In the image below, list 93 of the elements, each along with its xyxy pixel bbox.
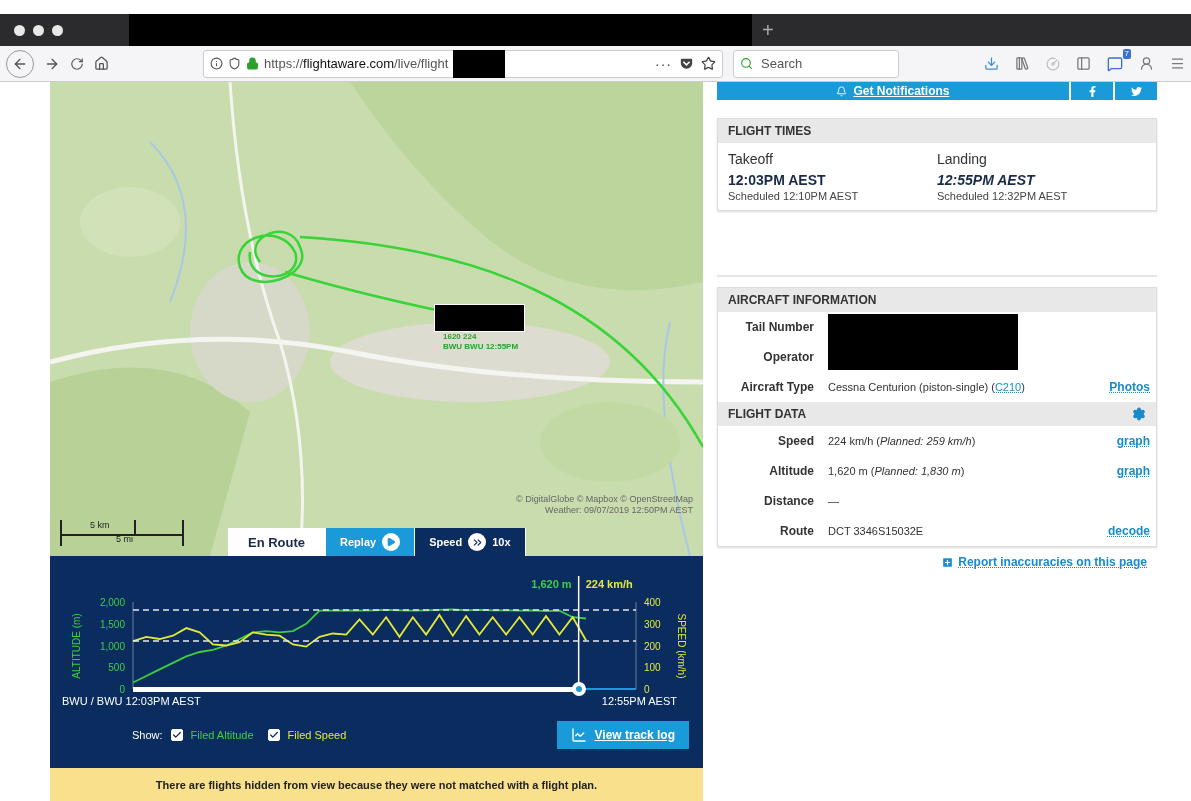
tick-label: 100 — [644, 662, 661, 674]
card-title: FLIGHT DATA — [728, 407, 807, 421]
line-chart-icon — [570, 727, 587, 743]
checkbox[interactable] — [170, 729, 183, 741]
axis-title: SPEED (km/h) — [676, 613, 687, 679]
scale-label: 5 km — [90, 520, 110, 530]
axis-title: ALTITUDE (m) — [71, 613, 82, 679]
field-label: Route — [779, 524, 814, 538]
notifications-button[interactable]: Get Notifications — [717, 82, 1069, 100]
action-link[interactable]: graph — [1116, 464, 1150, 478]
tick-label: 400 — [644, 597, 661, 608]
field-label: Operator — [763, 350, 814, 364]
time-value: 12:03PM AEST — [728, 172, 827, 188]
notice-banner: There are flights hidden from view because they were not matched with a flight plan. — [50, 768, 703, 801]
map-tab[interactable]: En Route — [228, 528, 327, 556]
flight-label: BWU BWU 12:55PM — [443, 342, 519, 352]
settings-icon[interactable] — [1132, 407, 1146, 421]
card-title: AIRCRAFT INFORMATION — [728, 293, 877, 307]
library-icon[interactable] — [1015, 56, 1030, 71]
time-value: 12:55PM AEST — [937, 172, 1037, 188]
scheduled-time: Scheduled 12:10PM AEST — [728, 190, 860, 202]
card-title: FLIGHT TIMES — [728, 124, 812, 138]
shield-icon — [228, 57, 241, 70]
bell-icon — [836, 85, 848, 97]
map-attribution: © DigitalGlobe © Mapbox © OpenStreetMap — [516, 494, 693, 505]
action-link[interactable]: decode — [1108, 524, 1150, 538]
tick-label: 200 — [644, 640, 661, 652]
action-link[interactable]: graph — [1116, 434, 1150, 448]
notification-count: 7 — [1122, 48, 1131, 59]
window-control[interactable] — [14, 24, 25, 36]
sidebar-icon[interactable] — [1076, 56, 1091, 71]
tick-label: 0 — [644, 684, 650, 695]
search-icon — [740, 57, 753, 70]
pocket-icon[interactable] — [680, 57, 693, 70]
field-value: 1,620 m (Planned: 1,830 m) — [828, 465, 966, 477]
speed-readout: 224 km/h — [585, 578, 633, 590]
photos-link[interactable]: Photos — [1109, 380, 1150, 394]
tick-label: 300 — [644, 618, 661, 630]
reload-icon[interactable] — [70, 56, 84, 71]
flight-label: 1620 224 — [443, 332, 478, 342]
end-time: 12:55PM AEST — [601, 695, 677, 707]
show-label: Show: — [132, 729, 163, 741]
info-icon — [210, 57, 223, 70]
time-label: Landing — [937, 151, 988, 167]
window-control[interactable] — [52, 24, 63, 36]
scheduled-time: Scheduled 12:32PM AEST — [937, 190, 1069, 202]
address-bar[interactable]: https://flightaware.com/live/flight ··· — [203, 49, 723, 78]
home-icon[interactable] — [94, 56, 109, 71]
field-value: Cessna Centurion (piston-single) (C210) — [828, 381, 1026, 393]
bird-icon — [1130, 85, 1142, 97]
account-icon[interactable] — [1139, 56, 1154, 71]
time-label: Takeoff — [728, 151, 774, 167]
tick-label: 2,000 — [99, 597, 125, 608]
checkbox-label: Filed Altitude — [190, 729, 254, 741]
menu-icon[interactable] — [1170, 56, 1185, 71]
start-time: BWU / BWU 12:03PM AEST — [62, 695, 201, 707]
url-text: https://flightaware.com/live/flight — [264, 56, 449, 71]
field-label: Distance — [762, 494, 814, 508]
twitter-button[interactable] — [1115, 82, 1157, 100]
window-control[interactable] — [33, 24, 44, 36]
track-log-button[interactable]: View track log — [556, 721, 689, 749]
map-tab[interactable]: Speed 10x — [415, 528, 526, 556]
field-label: Altitude — [768, 464, 814, 478]
checkbox-label: Filed Speed — [287, 729, 347, 741]
field-value: DCT 3346S15032E — [828, 525, 925, 537]
message-icon[interactable] — [1107, 55, 1123, 72]
checkbox[interactable] — [267, 729, 280, 741]
field-value: — — [828, 495, 840, 507]
field-value: 224 km/h (Planned: 259 km/h) — [828, 435, 977, 447]
tick-label: 0 — [119, 684, 125, 695]
tick-label: 1,000 — [99, 640, 125, 652]
scale-label: 5 mi — [116, 534, 133, 544]
field-label: Tail Number — [745, 320, 814, 334]
field-label: Aircraft Type — [739, 380, 814, 394]
tick-label: 1,500 — [99, 618, 125, 630]
field-label: Speed — [777, 434, 814, 448]
weather-timestamp: Weather: 09/07/2019 12:50PM AEST — [544, 505, 693, 516]
timeline-handle[interactable] — [571, 682, 586, 696]
lock-icon — [246, 57, 259, 70]
download-icon[interactable] — [984, 56, 999, 71]
fast-forward-icon — [468, 533, 487, 551]
new-tab-button[interactable]: + — [752, 14, 784, 46]
redaction-box — [453, 49, 506, 78]
map-tab[interactable]: Replay — [326, 528, 416, 556]
search-field[interactable]: Search — [733, 49, 899, 78]
altitude-readout: 1,620 m — [531, 578, 572, 590]
plus-icon — [941, 555, 955, 569]
play-icon — [382, 533, 401, 551]
facebook-button[interactable] — [1071, 82, 1113, 100]
star-icon[interactable] — [701, 56, 716, 71]
more-menu[interactable]: ··· — [655, 55, 672, 72]
report-link[interactable]: Report inaccuracies on this page — [941, 555, 1147, 569]
tick-label: 500 — [108, 662, 125, 674]
